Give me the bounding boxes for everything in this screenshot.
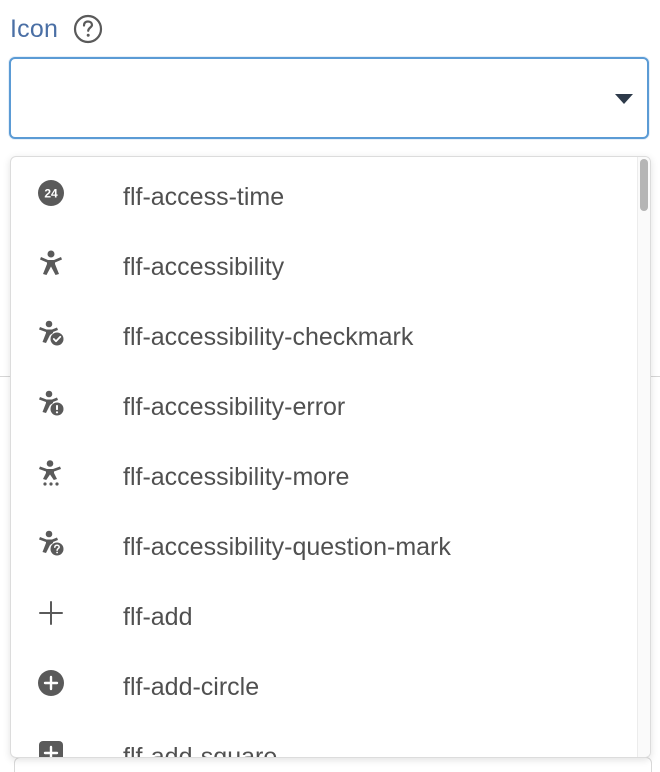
option-add-square[interactable]: flf-add-square bbox=[11, 721, 639, 758]
accessibility-checkmark-icon bbox=[37, 319, 65, 347]
dropdown-scrollbar[interactable] bbox=[637, 157, 650, 757]
add-square-icon bbox=[37, 739, 65, 757]
option-label: flf-accessibility-more bbox=[123, 463, 350, 491]
background-divider bbox=[650, 376, 660, 377]
add-icon bbox=[37, 599, 65, 627]
icon-select[interactable] bbox=[9, 57, 649, 139]
option-accessibility-checkmark[interactable]: flf-accessibility-checkmark bbox=[11, 301, 639, 371]
option-label: flf-access-time bbox=[123, 183, 285, 211]
background-divider bbox=[0, 376, 10, 377]
scrollbar-thumb[interactable] bbox=[640, 159, 648, 211]
accessibility-more-icon bbox=[37, 459, 65, 487]
help-circle-icon[interactable] bbox=[73, 14, 103, 44]
option-label: flf-add bbox=[123, 603, 193, 631]
add-circle-icon bbox=[37, 669, 65, 697]
field-label-row: Icon bbox=[10, 12, 103, 46]
caret-down-icon[interactable] bbox=[615, 94, 633, 104]
option-label: flf-accessibility bbox=[123, 253, 285, 281]
option-access-time[interactable]: 24 flf-access-time bbox=[11, 161, 639, 231]
option-label: flf-accessibility-question-mark bbox=[123, 533, 451, 561]
option-label: flf-add-square bbox=[123, 743, 278, 758]
access-time-icon: 24 bbox=[37, 179, 65, 207]
field-label: Icon bbox=[10, 14, 59, 43]
option-accessibility-question-mark[interactable]: flf-accessibility-question-mark bbox=[11, 511, 639, 581]
option-label: flf-accessibility-checkmark bbox=[123, 323, 414, 351]
option-list: 24 flf-access-time flf-accessibility flf… bbox=[11, 157, 639, 758]
option-add[interactable]: flf-add bbox=[11, 581, 639, 651]
accessibility-icon bbox=[37, 249, 65, 277]
accessibility-error-icon bbox=[37, 389, 65, 417]
option-add-circle[interactable]: flf-add-circle bbox=[11, 651, 639, 721]
icon-dropdown-menu: 24 flf-access-time flf-accessibility flf… bbox=[10, 156, 651, 758]
svg-text:24: 24 bbox=[44, 187, 58, 201]
background-field bbox=[14, 757, 652, 772]
option-label: flf-add-circle bbox=[123, 673, 260, 701]
accessibility-question-mark-icon bbox=[37, 529, 65, 557]
option-accessibility-more[interactable]: flf-accessibility-more bbox=[11, 441, 639, 511]
option-accessibility-error[interactable]: flf-accessibility-error bbox=[11, 371, 639, 441]
option-accessibility[interactable]: flf-accessibility bbox=[11, 231, 639, 301]
option-label: flf-accessibility-error bbox=[123, 393, 346, 421]
icon-picker-page: Icon 24 flf-access-time flf-accessibilit… bbox=[0, 0, 660, 772]
